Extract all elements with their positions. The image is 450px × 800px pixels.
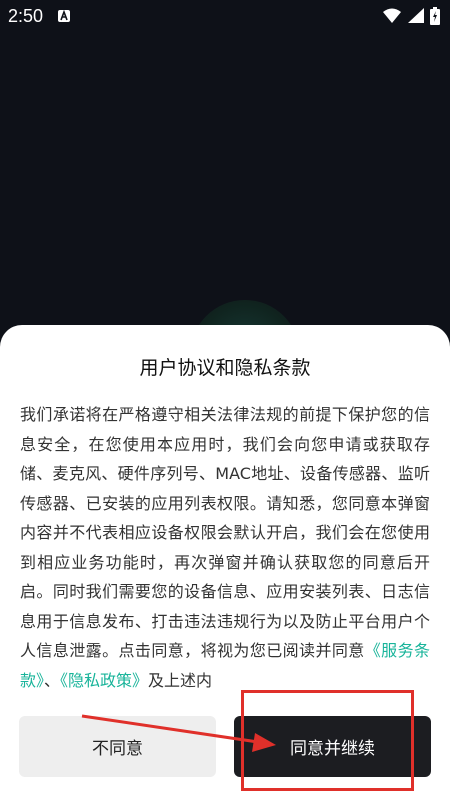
status-time: 2:50 [8,6,44,26]
decline-button[interactable]: 不同意 [19,716,216,777]
annotation-highlight-box [241,690,414,791]
wifi-icon [383,8,401,23]
decline-button-label: 不同意 [92,739,143,759]
dialog-body: 我们承诺将在严格遵守相关法律法规的前提下保护您的信息安全，在您使用本应用时，我们… [20,400,430,700]
body-text: 我们承诺将在严格遵守相关法律法规的前提下保护您的信息安全，在您使用本应用时，我们… [20,405,430,660]
link-separator: 、 [44,670,61,690]
dialog-title: 用户协议和隐私条款 [139,357,311,379]
a-badge-icon [58,10,70,22]
signal-icon [408,8,424,23]
privacy-policy-link[interactable]: 《隐私政策》 [60,671,148,690]
status-bar: 2:50 [0,0,450,34]
battery-icon [430,7,440,25]
trailing-text: 及上述内 [148,670,213,690]
